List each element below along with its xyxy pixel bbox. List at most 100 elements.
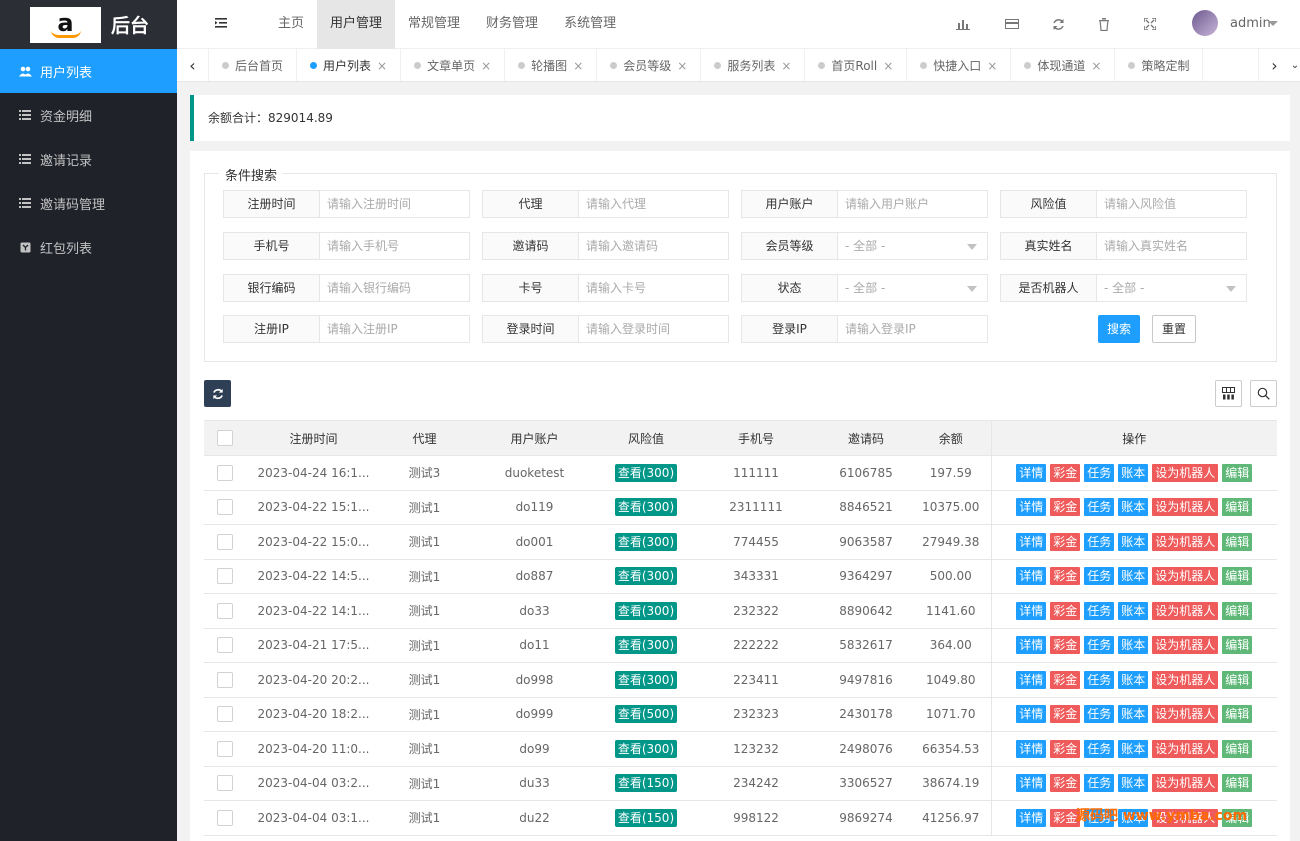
- action-button-5[interactable]: 编辑: [1222, 463, 1253, 482]
- column-header[interactable]: 余额: [911, 420, 991, 456]
- action-button-2[interactable]: 任务: [1084, 463, 1115, 482]
- row-checkbox[interactable]: [217, 568, 233, 585]
- action-button-2[interactable]: 任务: [1084, 532, 1115, 551]
- risk-view-button[interactable]: 查看(150): [614, 774, 678, 793]
- action-button-4[interactable]: 设为机器人: [1152, 463, 1219, 482]
- action-button-3[interactable]: 账本: [1118, 463, 1149, 482]
- action-button-2[interactable]: 任务: [1084, 739, 1115, 758]
- action-button-5[interactable]: 编辑: [1222, 567, 1253, 586]
- action-button-5[interactable]: 编辑: [1222, 532, 1253, 551]
- action-button-5[interactable]: 编辑: [1222, 636, 1253, 655]
- action-button-3[interactable]: 账本: [1118, 498, 1149, 517]
- action-button-5[interactable]: 编辑: [1222, 705, 1253, 724]
- search-input[interactable]: 请输入银行编码: [320, 275, 469, 301]
- action-button-1[interactable]: 彩金: [1050, 498, 1081, 517]
- action-button-1[interactable]: 彩金: [1050, 532, 1081, 551]
- action-button-0[interactable]: 详情: [1016, 636, 1047, 655]
- row-checkbox[interactable]: [217, 740, 233, 757]
- row-checkbox[interactable]: [217, 637, 233, 654]
- tab-menu-icon[interactable]: ⌄: [1290, 49, 1300, 81]
- risk-view-button[interactable]: 查看(500): [614, 705, 678, 724]
- action-button-0[interactable]: 详情: [1016, 498, 1047, 517]
- action-button-2[interactable]: 任务: [1084, 498, 1115, 517]
- row-checkbox[interactable]: [217, 499, 233, 516]
- action-button-5[interactable]: 编辑: [1222, 498, 1253, 517]
- action-button-3[interactable]: 账本: [1118, 705, 1149, 724]
- username[interactable]: admin: [1230, 16, 1271, 31]
- tab-1[interactable]: 用户列表 ×: [297, 49, 402, 81]
- close-icon[interactable]: ×: [377, 59, 387, 73]
- action-button-3[interactable]: 账本: [1118, 670, 1149, 689]
- close-icon[interactable]: ×: [481, 59, 491, 73]
- columns-filter-button[interactable]: [1215, 380, 1242, 407]
- card-icon[interactable]: [1004, 16, 1020, 32]
- sidebar-item-1[interactable]: 资金明细: [0, 93, 177, 137]
- action-button-3[interactable]: 账本: [1118, 636, 1149, 655]
- chevron-down-icon[interactable]: [1268, 21, 1278, 26]
- tab-prev-icon[interactable]: ‹: [177, 49, 209, 81]
- table-refresh-button[interactable]: [204, 380, 231, 407]
- action-button-4[interactable]: 设为机器人: [1152, 705, 1219, 724]
- sidebar-item-4[interactable]: 红包列表: [0, 225, 177, 269]
- column-header[interactable]: 风险值: [601, 420, 691, 456]
- action-button-2[interactable]: 任务: [1084, 567, 1115, 586]
- row-checkbox[interactable]: [217, 464, 233, 481]
- action-button-1[interactable]: 彩金: [1050, 567, 1081, 586]
- action-button-4[interactable]: 设为机器人: [1152, 601, 1219, 620]
- search-input[interactable]: 请输入注册IP: [320, 316, 469, 342]
- tab-8[interactable]: 体现通道 ×: [1011, 49, 1116, 81]
- column-header[interactable]: 邀请码: [821, 420, 911, 456]
- action-button-3[interactable]: 账本: [1118, 774, 1149, 793]
- action-button-0[interactable]: 详情: [1016, 774, 1047, 793]
- header-nav-item-4[interactable]: 系统管理: [551, 0, 629, 49]
- action-button-0[interactable]: 详情: [1016, 705, 1047, 724]
- row-checkbox[interactable]: [217, 602, 233, 619]
- table-search-button[interactable]: [1250, 380, 1277, 407]
- avatar[interactable]: [1192, 10, 1218, 36]
- action-button-3[interactable]: 账本: [1118, 601, 1149, 620]
- action-button-4[interactable]: 设为机器人: [1152, 739, 1219, 758]
- action-button-5[interactable]: 编辑: [1222, 739, 1253, 758]
- search-input[interactable]: 请输入真实姓名: [1097, 233, 1246, 259]
- chart-icon[interactable]: [955, 16, 971, 32]
- action-button-1[interactable]: 彩金: [1050, 636, 1081, 655]
- row-checkbox[interactable]: [217, 809, 233, 826]
- close-icon[interactable]: ×: [677, 59, 687, 73]
- search-select[interactable]: - 全部 -: [1097, 275, 1246, 301]
- tab-9[interactable]: 策略定制: [1115, 49, 1204, 81]
- action-button-2[interactable]: 任务: [1084, 601, 1115, 620]
- search-select[interactable]: - 全部 -: [838, 233, 987, 259]
- search-input[interactable]: 请输入登录时间: [579, 316, 728, 342]
- row-checkbox[interactable]: [217, 671, 233, 688]
- row-checkbox[interactable]: [217, 706, 233, 723]
- search-input[interactable]: 请输入注册时间: [320, 191, 469, 217]
- tab-7[interactable]: 快捷入口 ×: [907, 49, 1012, 81]
- risk-view-button[interactable]: 查看(300): [614, 498, 678, 517]
- row-checkbox[interactable]: [217, 775, 233, 792]
- search-select[interactable]: - 全部 -: [838, 275, 987, 301]
- action-button-2[interactable]: 任务: [1084, 636, 1115, 655]
- close-icon[interactable]: ×: [781, 59, 791, 73]
- action-button-0[interactable]: 详情: [1016, 601, 1047, 620]
- action-button-4[interactable]: 设为机器人: [1152, 636, 1219, 655]
- action-button-0[interactable]: 详情: [1016, 808, 1047, 827]
- action-button-0[interactable]: 详情: [1016, 532, 1047, 551]
- action-button-2[interactable]: 任务: [1084, 774, 1115, 793]
- tab-next-icon[interactable]: ›: [1258, 49, 1290, 81]
- search-button[interactable]: 搜索: [1098, 315, 1140, 343]
- action-button-1[interactable]: 彩金: [1050, 670, 1081, 689]
- action-button-0[interactable]: 详情: [1016, 567, 1047, 586]
- search-input[interactable]: 请输入风险值: [1097, 191, 1246, 217]
- search-input[interactable]: 请输入手机号: [320, 233, 469, 259]
- column-header[interactable]: 代理: [381, 420, 468, 456]
- header-nav-item-2[interactable]: 常规管理: [395, 0, 473, 49]
- action-button-5[interactable]: 编辑: [1222, 774, 1253, 793]
- fullscreen-icon[interactable]: [1142, 16, 1158, 32]
- action-button-0[interactable]: 详情: [1016, 739, 1047, 758]
- search-input[interactable]: 请输入卡号: [579, 275, 728, 301]
- search-input[interactable]: 请输入登录IP: [838, 316, 987, 342]
- tab-6[interactable]: 首页Roll ×: [805, 49, 908, 81]
- action-button-0[interactable]: 详情: [1016, 670, 1047, 689]
- action-button-4[interactable]: 设为机器人: [1152, 498, 1219, 517]
- column-header[interactable]: 用户账户: [468, 420, 601, 456]
